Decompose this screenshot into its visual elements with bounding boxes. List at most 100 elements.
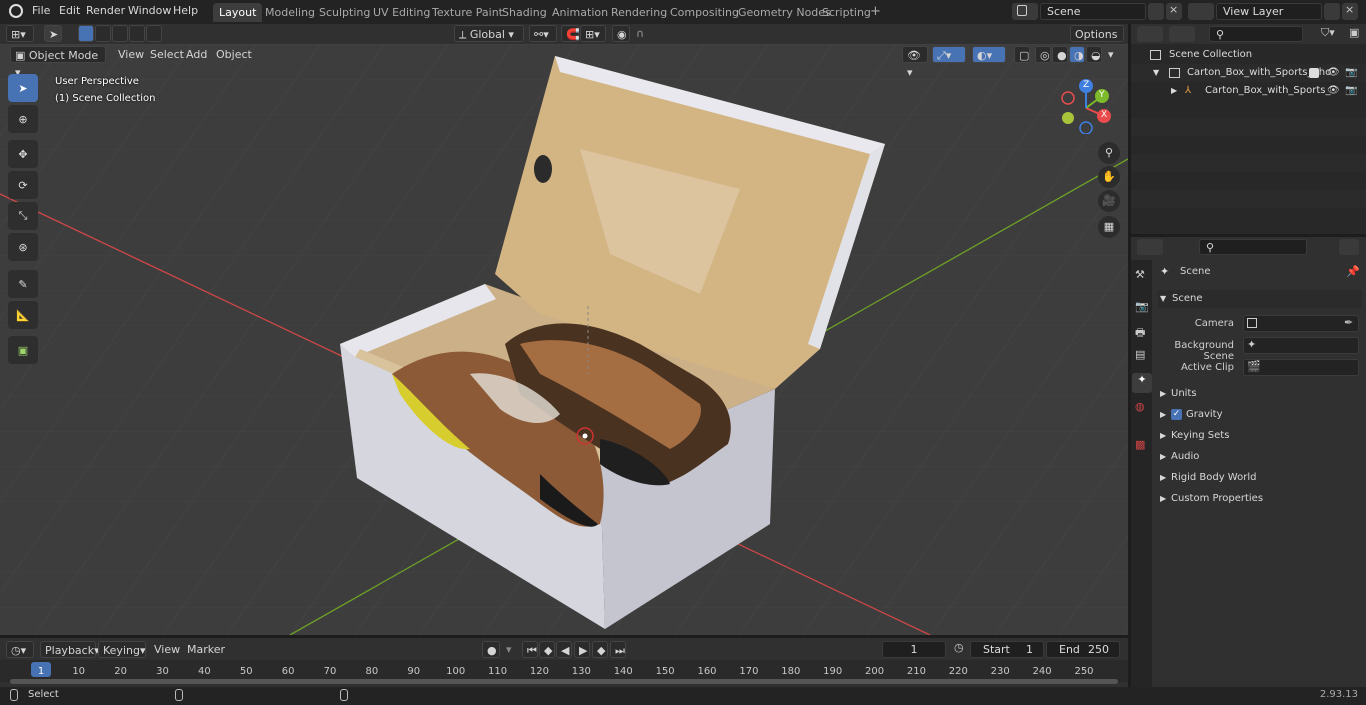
annotate-tool[interactable]: ✎ — [8, 270, 38, 298]
start-frame-field[interactable]: Start 1 — [970, 641, 1044, 658]
pivot-dropdown[interactable]: ⚯▾ — [529, 25, 557, 42]
new-view-layer-icon[interactable] — [1324, 3, 1340, 20]
tab-shading[interactable]: Shading — [496, 3, 553, 22]
shading-material-icon[interactable]: ◑ — [1069, 46, 1085, 63]
audio-panel-header[interactable]: ▶ Audio — [1158, 448, 1362, 466]
units-panel-header[interactable]: ▶ Units — [1158, 385, 1362, 403]
next-keyframe-icon[interactable]: ◆ — [592, 641, 608, 658]
properties-editor-type-icon[interactable] — [1137, 239, 1163, 255]
perspective-toggle-icon[interactable]: ▦ — [1098, 216, 1120, 238]
current-frame-field[interactable]: 1 — [882, 641, 946, 658]
timeline-editor-type-button[interactable]: ◷▾ — [6, 641, 34, 658]
expand-right-icon[interactable]: ▶ — [1171, 82, 1177, 100]
menu-object[interactable]: Object — [212, 46, 256, 63]
tab-scripting[interactable]: Scripting — [816, 3, 877, 22]
zoom-icon[interactable]: ⚲ — [1098, 142, 1120, 164]
eye-icon[interactable]: 👁 — [1327, 82, 1340, 100]
keying-sets-panel-header[interactable]: ▶ Keying Sets — [1158, 427, 1362, 445]
filter-icon[interactable]: ⛉▾ — [1321, 26, 1335, 40]
3d-viewport[interactable]: User Perspective (1) Scene Collection ▣ … — [0, 44, 1128, 635]
playback-dropdown[interactable]: Playback▾ — [40, 641, 100, 658]
editor-type-button[interactable]: ⊞▾ — [6, 25, 34, 42]
select-mode-new-icon[interactable] — [78, 25, 94, 42]
properties-search-input[interactable]: ⚲ — [1199, 239, 1307, 255]
transform-tool[interactable]: ⊛ — [8, 233, 38, 261]
outliner-search-input[interactable]: ⚲ — [1209, 26, 1303, 42]
add-cube-tool[interactable]: ▣ — [8, 336, 38, 364]
measure-tool[interactable]: 📐 — [8, 301, 38, 329]
tab-modeling[interactable]: Modeling — [259, 3, 321, 22]
clock-icon[interactable]: ◷ — [954, 641, 964, 654]
rigid-body-world-panel-header[interactable]: ▶ Rigid Body World — [1158, 469, 1362, 487]
auto-key-dropdown[interactable]: ▾ — [502, 641, 516, 658]
proportional-edit-toggle[interactable]: ◉ — [612, 25, 630, 42]
navigation-gizmo[interactable]: X Y Z — [1058, 74, 1118, 135]
options-dropdown[interactable]: Options ▾ — [1070, 25, 1124, 58]
move-tool[interactable]: ✥ — [8, 140, 38, 168]
prev-keyframe-icon[interactable]: ◆ — [539, 641, 555, 658]
outliner-item-object[interactable]: ▶ ⅄ Carton_Box_with_Sports_ 👁 📷 — [1131, 82, 1366, 100]
display-mode-icon[interactable] — [1169, 26, 1195, 42]
xray-toggle[interactable]: ▢ — [1014, 46, 1030, 63]
delete-view-layer-icon[interactable]: × — [1342, 3, 1358, 20]
outliner-scene-collection-row[interactable]: Scene Collection — [1131, 46, 1366, 64]
viewport-canvas[interactable] — [0, 44, 1128, 635]
active-clip-field[interactable]: 🎬 — [1243, 359, 1359, 376]
menu-add[interactable]: Add — [182, 46, 211, 63]
play-reverse-icon[interactable]: ◀ — [556, 641, 572, 658]
shading-solid-icon[interactable]: ● — [1052, 46, 1068, 63]
eye-icon[interactable]: 👁 — [1327, 64, 1340, 82]
camera-render-icon[interactable]: 📷 — [1345, 82, 1357, 100]
texture-tab-icon[interactable]: ▩ — [1135, 438, 1145, 451]
custom-properties-panel-header[interactable]: ▶ Custom Properties — [1158, 490, 1362, 508]
checkbox-icon[interactable] — [1309, 68, 1319, 78]
shading-rendered-icon[interactable]: ◒ — [1086, 46, 1102, 63]
jump-start-icon[interactable]: ⏮ — [522, 641, 538, 658]
shading-options-icon[interactable]: ▾ — [1104, 46, 1118, 63]
render-tab-icon[interactable]: 📷 — [1135, 300, 1149, 313]
shading-wireframe-icon[interactable]: ◎ — [1035, 46, 1051, 63]
jump-end-icon[interactable]: ⏭ — [610, 641, 626, 658]
timeline-scrollbar[interactable] — [10, 679, 1118, 684]
select-mode-extend-icon[interactable] — [95, 25, 111, 42]
gizmo-toggle[interactable]: ⤢▾ — [932, 46, 966, 63]
outliner-item-collection[interactable]: ▼ Carton_Box_with_Sports_Sho 👁 📷 — [1131, 64, 1366, 82]
outliner-editor-type-icon[interactable] — [1137, 26, 1163, 42]
gravity-panel-header[interactable]: ▶ ✓ Gravity — [1158, 406, 1362, 424]
world-tab-icon[interactable]: ◍ — [1135, 400, 1145, 413]
scene-selector-button[interactable] — [1012, 3, 1038, 20]
add-workspace-icon[interactable]: + — [870, 4, 881, 19]
keying-dropdown[interactable]: Keying▾ — [98, 641, 146, 658]
scene-tab-icon[interactable]: ✦ — [1132, 373, 1152, 393]
end-frame-field[interactable]: End 250 — [1046, 641, 1120, 658]
output-tab-icon[interactable]: 🖶 — [1135, 324, 1145, 343]
select-mode-invert-icon[interactable] — [129, 25, 145, 42]
overlay-toggle[interactable]: ◐▾ — [972, 46, 1006, 63]
tab-layout[interactable]: Layout — [213, 3, 263, 22]
tool-tab-icon[interactable]: ⚒ — [1135, 268, 1145, 281]
tab-rendering[interactable]: Rendering — [605, 3, 673, 22]
view-layer-field[interactable]: View Layer — [1216, 3, 1322, 20]
view-layer-selector-button[interactable] — [1188, 3, 1214, 20]
scale-tool[interactable]: ⤡ — [8, 202, 38, 230]
orientation-dropdown[interactable]: ⟂ Global ▾ — [454, 25, 524, 42]
play-icon[interactable]: ▶ — [574, 641, 590, 658]
visibility-dropdown[interactable]: 👁▾ — [902, 46, 928, 79]
view-layer-tab-icon[interactable]: ▤ — [1135, 348, 1145, 361]
timeline-menu-view[interactable]: View — [150, 641, 184, 658]
gravity-checkbox[interactable]: ✓ — [1171, 409, 1182, 420]
new-scene-icon[interactable] — [1148, 3, 1164, 20]
camera-view-icon[interactable]: 🎥 — [1098, 190, 1120, 212]
menu-edit[interactable]: Edit — [59, 4, 80, 17]
snap-toggle[interactable]: 🧲 — [561, 25, 580, 42]
cursor-tool[interactable]: ⊕ — [8, 105, 38, 133]
expand-down-icon[interactable]: ▼ — [1153, 64, 1159, 82]
new-collection-icon[interactable]: ▣ — [1349, 26, 1359, 39]
scene-panel-header[interactable]: ▼ Scene — [1158, 290, 1362, 308]
snap-target-dropdown[interactable]: ⊞▾ — [580, 25, 606, 42]
scene-name-field[interactable]: Scene — [1040, 3, 1146, 20]
tab-animation[interactable]: Animation — [546, 3, 614, 22]
timeline-menu-marker[interactable]: Marker — [183, 641, 229, 658]
properties-options-icon[interactable] — [1339, 239, 1359, 255]
select-tool-button[interactable]: ➤ — [44, 25, 62, 42]
